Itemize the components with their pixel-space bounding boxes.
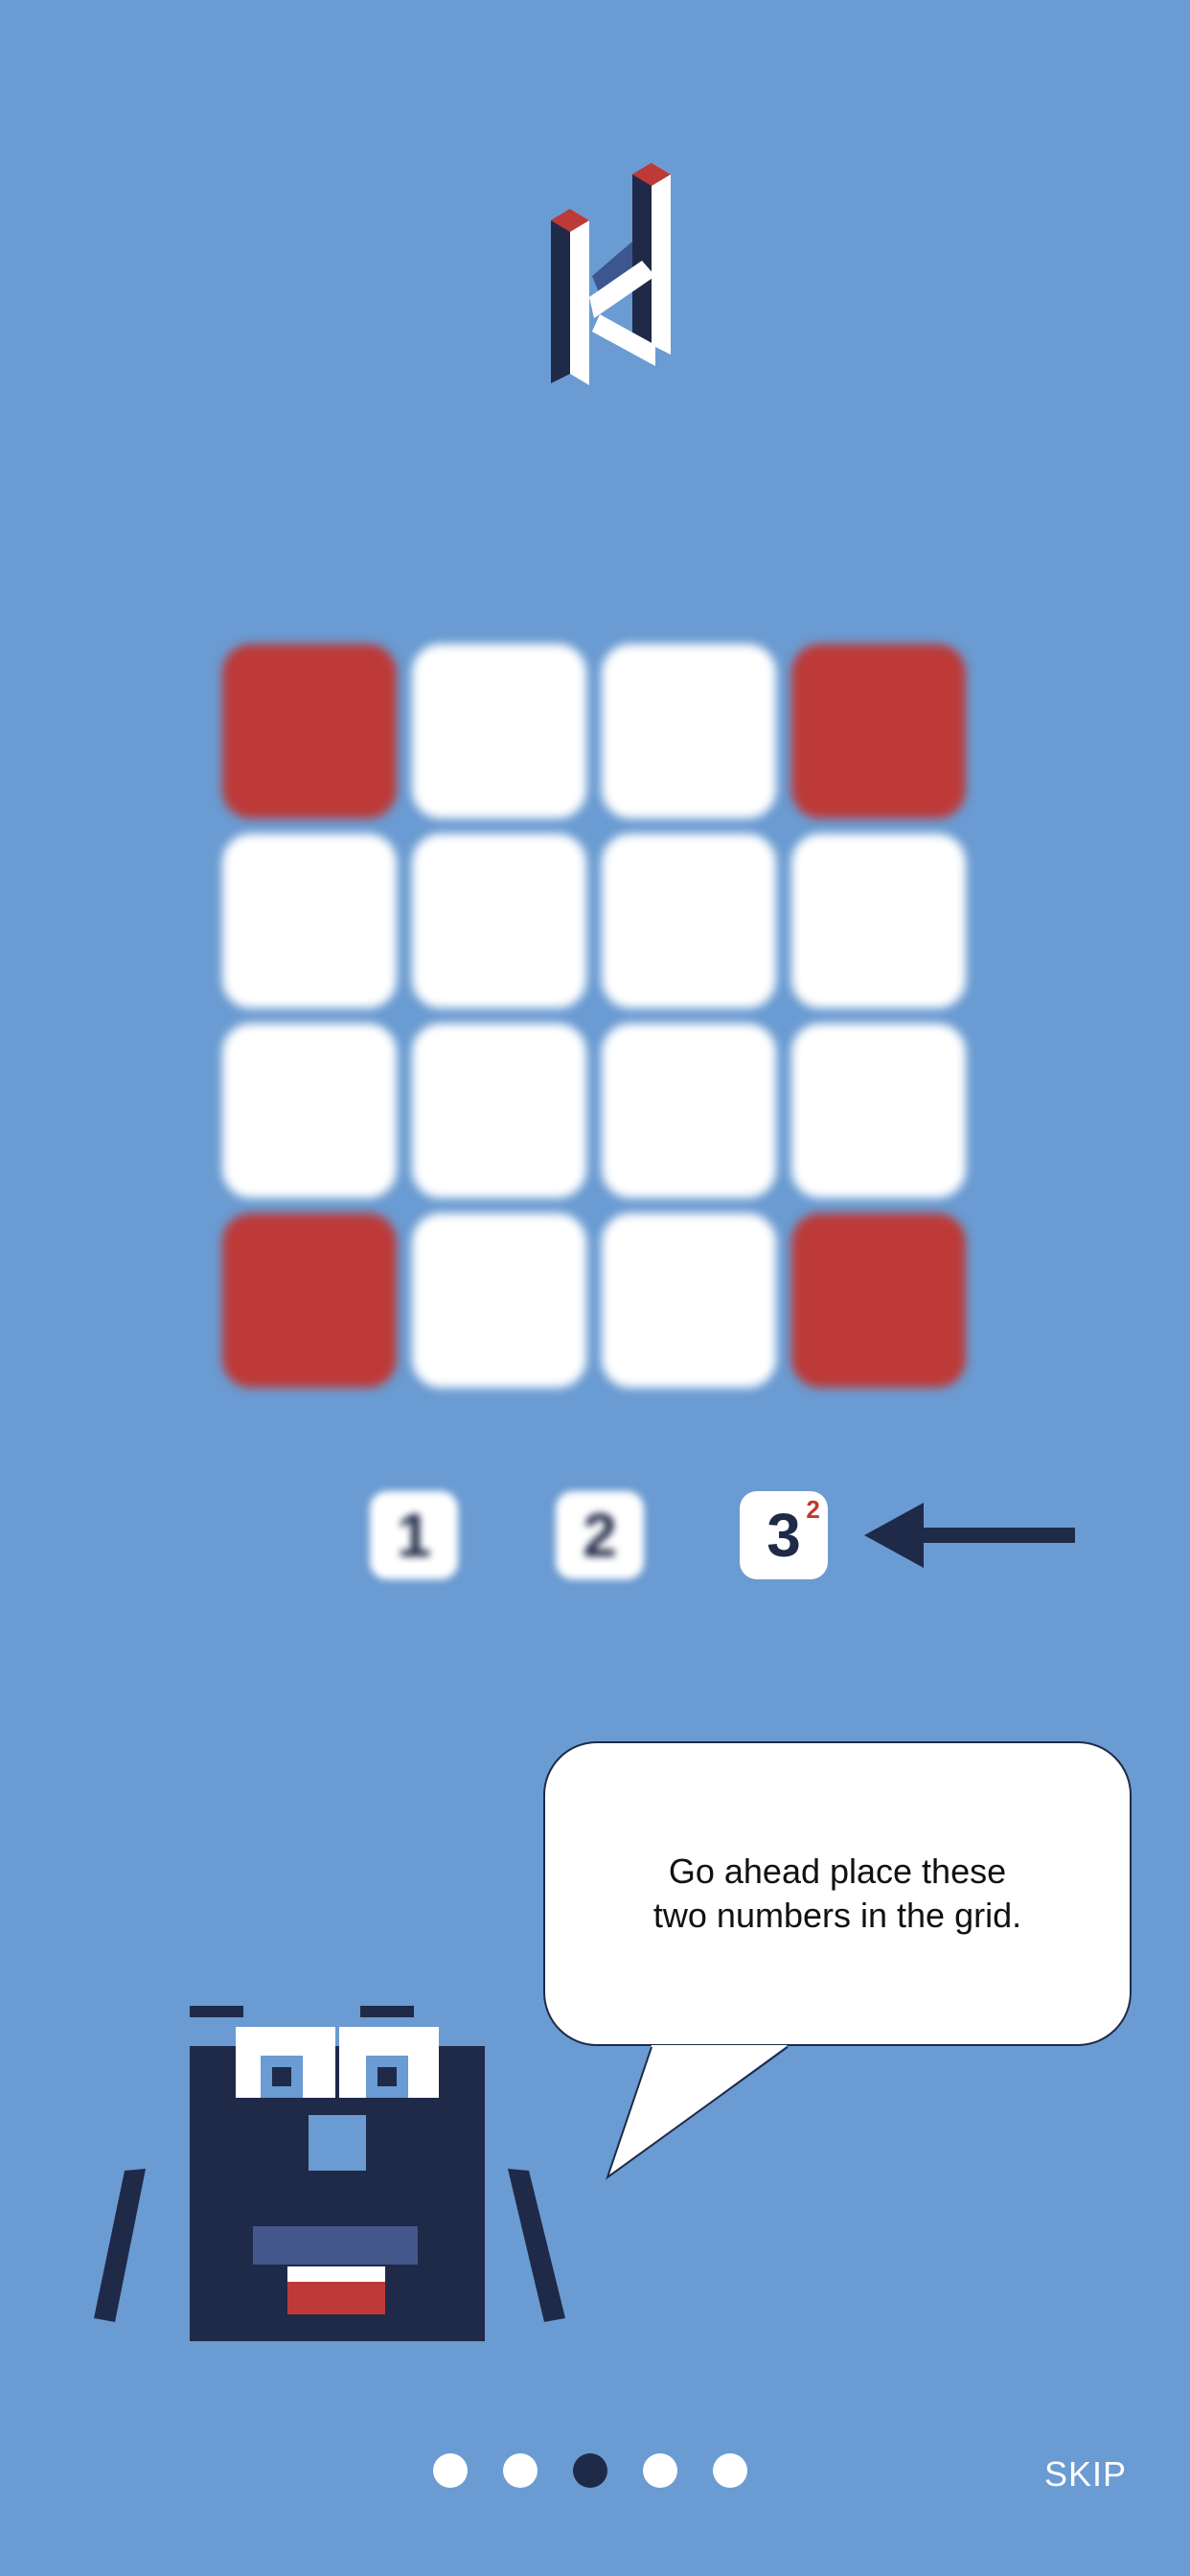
tile-2-number: 2	[583, 1501, 617, 1570]
pagination-dot[interactable]	[433, 2453, 468, 2488]
tile-1-number: 1	[397, 1501, 431, 1570]
grid-cell-white[interactable]	[222, 1024, 397, 1198]
grid-cell-white[interactable]	[602, 1213, 776, 1388]
speech-line-2: two numbers in the grid.	[652, 1896, 1022, 1935]
pagination-dot-active[interactable]	[573, 2453, 607, 2488]
grid-cell-red[interactable]	[791, 644, 966, 818]
grid-cell-white[interactable]	[602, 834, 776, 1008]
speech-bubble-tail	[606, 2045, 789, 2180]
grid-cell-white[interactable]	[412, 834, 586, 1008]
robot-mascot-icon	[94, 2006, 565, 2341]
grid-cell-red[interactable]	[791, 1213, 966, 1388]
pagination-dot[interactable]	[713, 2453, 747, 2488]
grid-cell-white[interactable]	[412, 644, 586, 818]
number-tile-1[interactable]: 1	[370, 1491, 458, 1579]
pagination-dot[interactable]	[503, 2453, 538, 2488]
grid-cell-red[interactable]	[222, 644, 397, 818]
tile-3-superscript: 2	[806, 1495, 820, 1524]
arrow-left-icon	[864, 1503, 1075, 1568]
grid-cell-white[interactable]	[412, 1213, 586, 1388]
grid-cell-white[interactable]	[222, 834, 397, 1008]
tile-3-number: 3	[767, 1501, 801, 1570]
speech-bubble-text: Go ahead place these two numbers in the …	[653, 1850, 1021, 1938]
grid-cell-red[interactable]	[222, 1213, 397, 1388]
k-logo-icon	[551, 163, 671, 385]
grid-cell-white[interactable]	[791, 1024, 966, 1198]
grid-cell-white[interactable]	[602, 1024, 776, 1198]
grid-cell-white[interactable]	[602, 644, 776, 818]
pagination-dot[interactable]	[643, 2453, 677, 2488]
speech-line-1: Go ahead place these	[668, 1852, 1007, 1891]
grid-cell-white[interactable]	[791, 834, 966, 1008]
speech-bubble: Go ahead place these two numbers in the …	[543, 1741, 1132, 2046]
game-grid	[222, 644, 970, 1392]
pagination-dots	[433, 2453, 747, 2488]
number-tile-3[interactable]: 32	[740, 1491, 828, 1579]
number-tile-2[interactable]: 2	[556, 1491, 644, 1579]
skip-button[interactable]: SKIP	[1044, 2454, 1127, 2495]
grid-cell-white[interactable]	[412, 1024, 586, 1198]
